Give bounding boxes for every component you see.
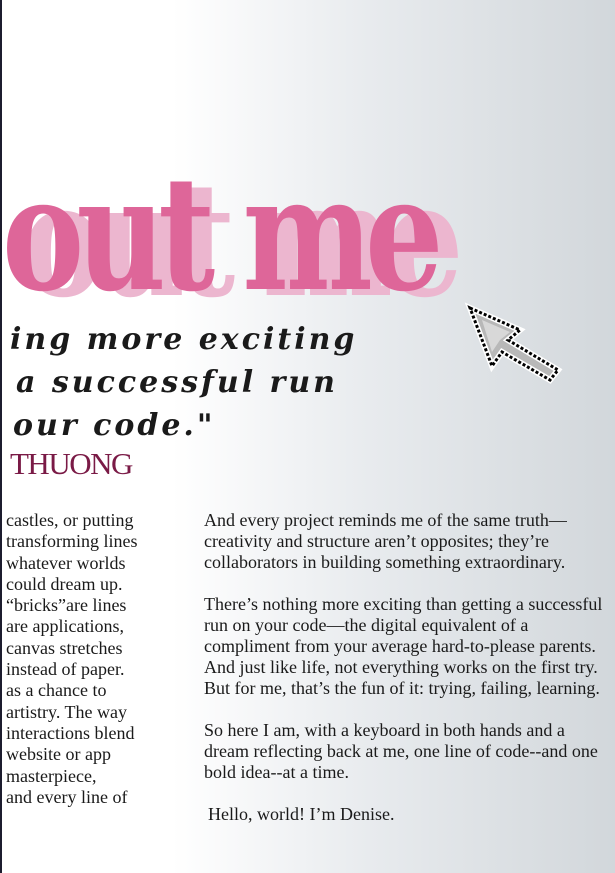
left-column-line: whatever worlds bbox=[6, 552, 126, 573]
left-column-line: transforming lines bbox=[6, 531, 138, 552]
right-column-text: And every project reminds me of the same… bbox=[204, 510, 609, 846]
left-column-line: artistry. The way bbox=[6, 701, 127, 722]
sign-off: Hello, world! I’m Denise. bbox=[208, 804, 395, 824]
left-edge-rule bbox=[0, 0, 2, 873]
left-column-line: are applications, bbox=[6, 616, 124, 637]
left-column-line: website or app bbox=[6, 744, 111, 765]
headline: out me out me bbox=[0, 142, 470, 327]
quote-author: THUONG bbox=[10, 446, 133, 481]
left-column-line: interactions blend bbox=[6, 722, 135, 743]
left-column-line: canvas stretches bbox=[6, 637, 123, 658]
body-paragraph: So here I am, with a keyboard in both ha… bbox=[204, 720, 598, 782]
left-column-line: castles, or putting bbox=[6, 510, 134, 530]
left-column-text: castles, or putting transforming lines w… bbox=[6, 510, 196, 808]
left-column-line: could dream up. bbox=[6, 573, 123, 594]
headline-text: out me bbox=[2, 142, 443, 327]
left-column-line: instead of paper. bbox=[6, 659, 125, 680]
pull-quote: ing more exciting a successful run our c… bbox=[10, 318, 357, 447]
body-paragraph: And every project reminds me of the same… bbox=[204, 510, 567, 572]
quote-line: our code." bbox=[13, 408, 216, 443]
left-column-line: and every line of bbox=[6, 786, 128, 807]
pixel-arrow-cursor-icon bbox=[464, 302, 563, 384]
left-column-line: masterpiece, bbox=[6, 765, 97, 786]
left-column-line: as a chance to bbox=[6, 680, 107, 701]
body-paragraph: There’s nothing more exciting than getti… bbox=[204, 594, 603, 698]
quote-line: ing more exciting bbox=[10, 322, 358, 357]
left-column-line: “bricks”are lines bbox=[6, 595, 127, 616]
quote-line: a successful run bbox=[16, 365, 338, 400]
